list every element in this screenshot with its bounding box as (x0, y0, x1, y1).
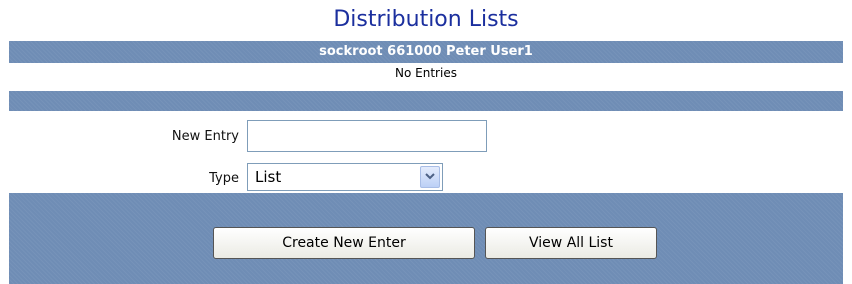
new-entry-form: New Entry Type List (9, 111, 843, 193)
distribution-lists-page: Distribution Lists sockroot 661000 Peter… (0, 0, 852, 284)
new-entry-label: New Entry (171, 129, 239, 144)
type-label: Type (209, 171, 239, 186)
empty-list-message: No Entries (9, 63, 843, 83)
dropdown-button[interactable] (420, 166, 440, 188)
distribution-list-panel: sockroot 661000 Peter User1 No Entries N… (9, 41, 843, 284)
type-select-value: List (255, 168, 282, 186)
chevron-down-icon (425, 173, 435, 180)
page-title: Distribution Lists (333, 7, 519, 32)
user-header-bar: sockroot 661000 Peter User1 (9, 41, 843, 63)
section-divider-bar (9, 91, 843, 111)
new-entry-input[interactable] (247, 120, 487, 152)
view-all-list-button[interactable]: View All List (485, 227, 657, 259)
type-select[interactable]: List (247, 163, 443, 191)
action-button-bar: Create New Enter View All List (9, 193, 843, 284)
create-new-entry-button[interactable]: Create New Enter (213, 227, 475, 259)
